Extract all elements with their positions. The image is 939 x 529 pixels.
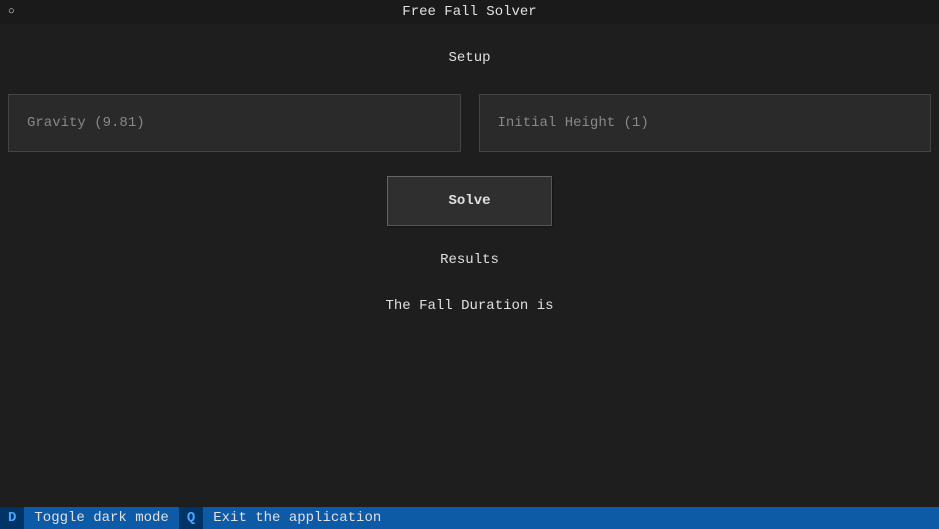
footer-key-d[interactable]: D [0,507,24,529]
main-content: Setup Solve Results The Fall Duration is [0,24,939,314]
app-title: Free Fall Solver [402,4,536,20]
results-text: The Fall Duration is [8,298,931,314]
footer-bar: D Toggle dark mode Q Exit the applicatio… [0,507,939,529]
footer-key-q[interactable]: Q [179,507,203,529]
results-heading: Results [8,252,931,268]
gravity-input[interactable] [8,94,461,152]
app-icon: ○ [8,6,15,18]
button-row: Solve [8,176,931,226]
solve-button[interactable]: Solve [387,176,551,226]
inputs-row [8,94,931,152]
setup-heading: Setup [8,50,931,66]
initial-height-input[interactable] [479,94,932,152]
footer-label-exit: Exit the application [203,510,391,526]
title-bar: ○ Free Fall Solver [0,0,939,24]
footer-label-dark-mode: Toggle dark mode [24,510,178,526]
